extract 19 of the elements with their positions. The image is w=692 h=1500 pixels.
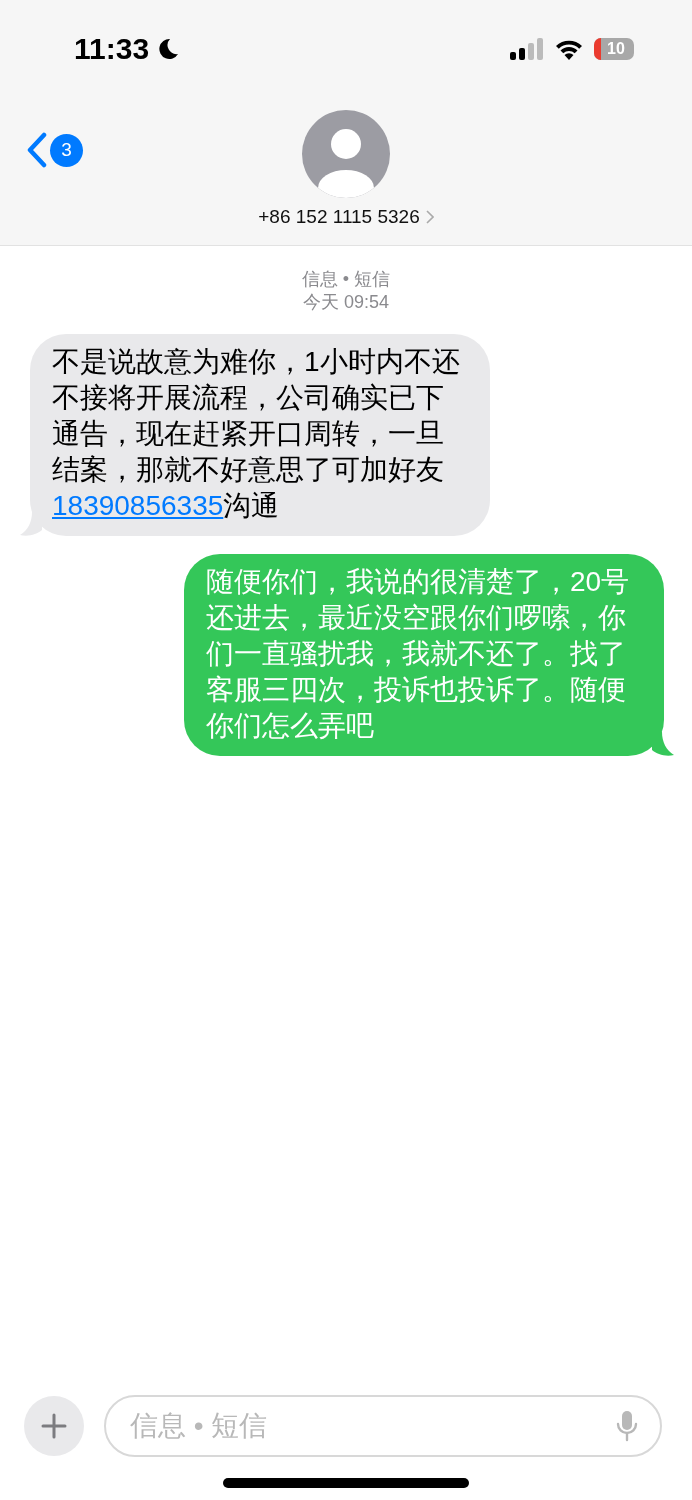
- contact-number[interactable]: +86 152 1115 5326: [258, 206, 434, 228]
- timestamp: 今天 09:54: [301, 291, 390, 314]
- phone-link[interactable]: 18390856335: [52, 490, 224, 521]
- message-field[interactable]: 信息 • 短信: [104, 1395, 662, 1457]
- signal-icon: [510, 38, 544, 60]
- back-button[interactable]: 3: [26, 132, 83, 168]
- service-label: 信息 • 短信: [300, 268, 392, 291]
- message-input[interactable]: 信息 • 短信: [128, 1409, 616, 1443]
- avatar-icon: [302, 110, 390, 198]
- plus-icon: [41, 1413, 67, 1439]
- battery-level: 10: [607, 40, 625, 58]
- chevron-icon: [425, 210, 434, 224]
- unread-badge: 3: [50, 133, 83, 167]
- message-text: 不是说故意为难你，1小时内不还不接将开展流程，公司确实已下通告，现在赶紧开口周转，一旦结案，那就不好意思了可加好友 18390856335沟通: [52, 345, 461, 523]
- wifi-icon: [554, 38, 584, 60]
- message-text: 随便你们，我说的很清楚了，20号还进去，最近没空跟你们啰嗦，你们一直骚扰我，我就不还了。找了客服三四次，投诉也投诉了。随便你们怎么弄吧: [206, 565, 631, 743]
- clock-time: 11:33: [74, 32, 150, 66]
- back-chevron-icon: [26, 132, 48, 168]
- battery-fill: [594, 38, 601, 60]
